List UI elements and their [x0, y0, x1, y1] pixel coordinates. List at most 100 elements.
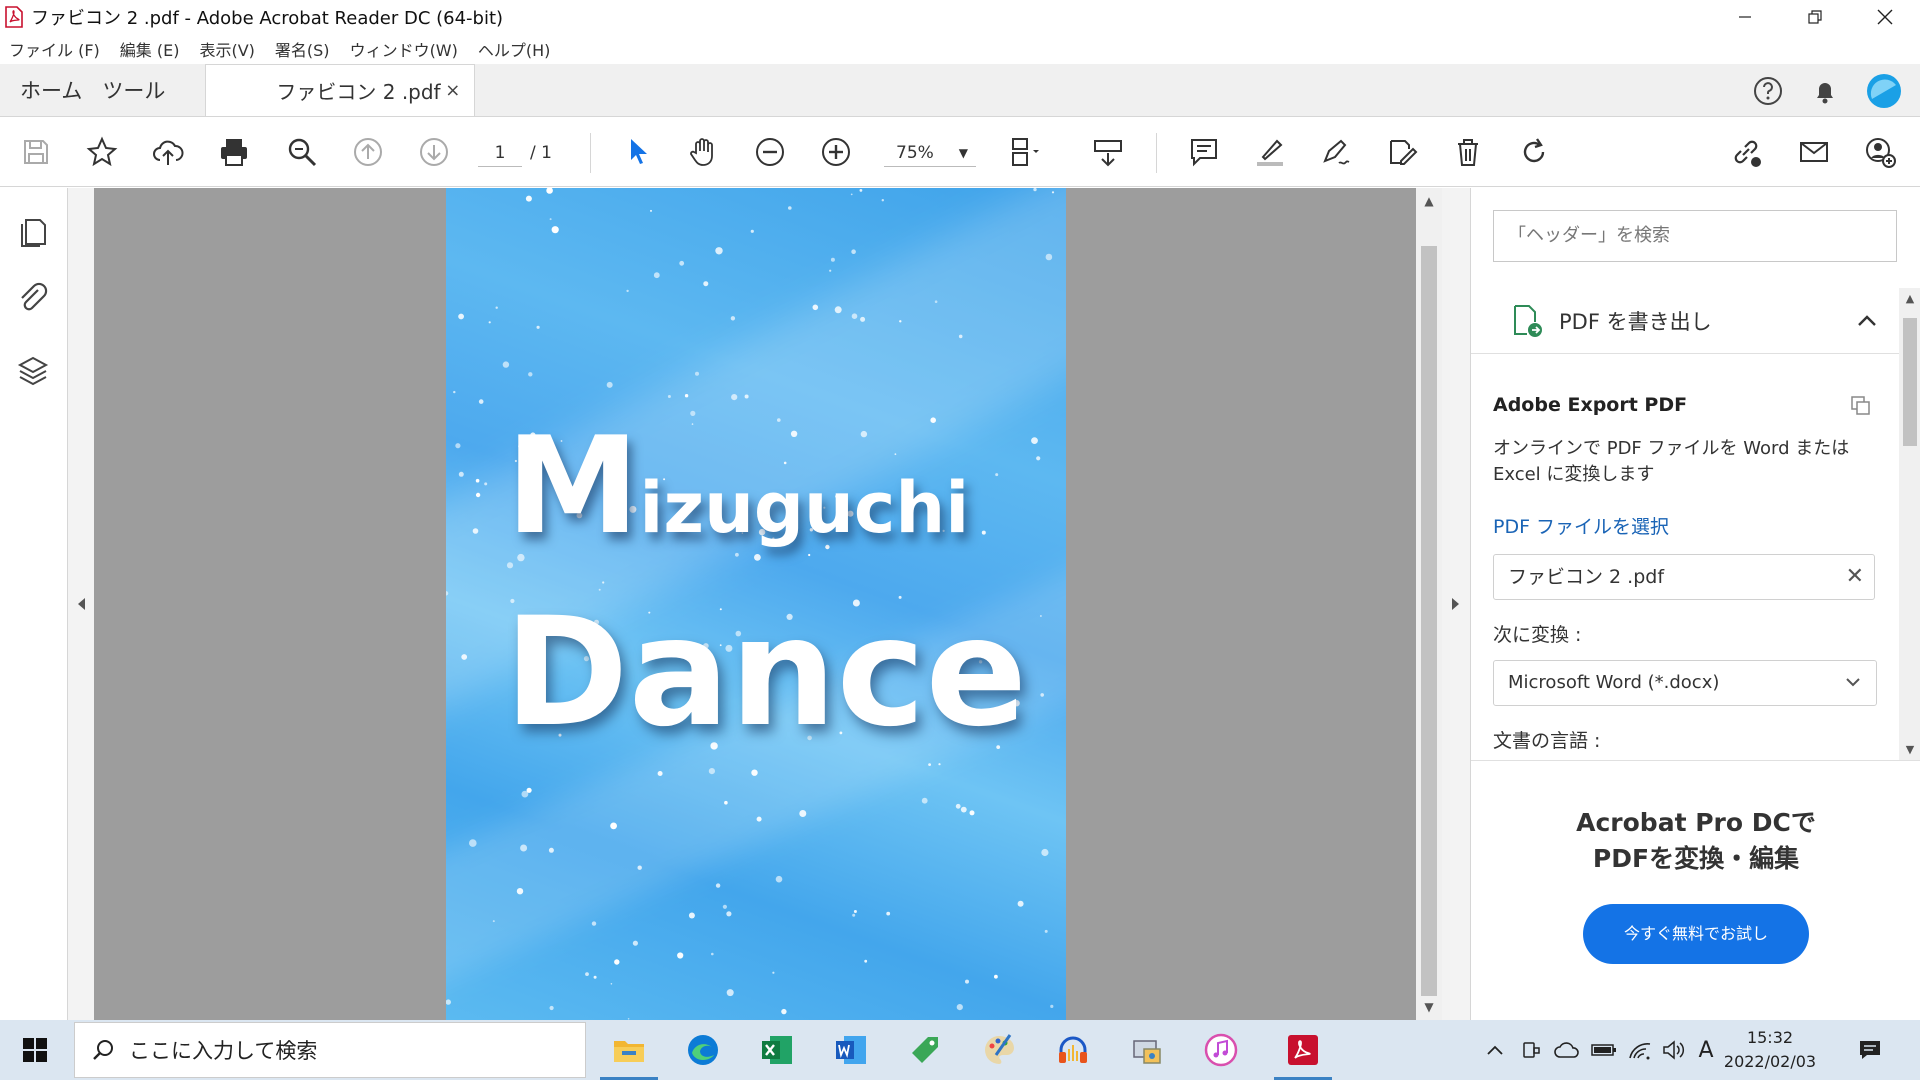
- scrollbar-thumb[interactable]: [1903, 318, 1917, 446]
- scrollbar-thumb[interactable]: [1421, 246, 1437, 996]
- zoom-value: 75%: [896, 143, 934, 163]
- collapse-right-pane-button[interactable]: [1442, 188, 1470, 1020]
- menu-help[interactable]: ヘルプ(H): [478, 37, 551, 61]
- export-title: Adobe Export PDF: [1493, 394, 1688, 416]
- taskbar-explorer[interactable]: [594, 1020, 664, 1080]
- copy-icon[interactable]: [1849, 394, 1873, 418]
- page-fit-button[interactable]: [1006, 134, 1042, 170]
- fill-sign-button[interactable]: [1384, 134, 1420, 170]
- tools-pane-scrollbar[interactable]: ▲ ▼: [1899, 288, 1920, 760]
- menu-edit[interactable]: 編集 (E): [120, 37, 180, 61]
- bell-icon[interactable]: [1810, 76, 1840, 106]
- zoom-select[interactable]: 75% ▼: [884, 139, 976, 167]
- tab-close-icon[interactable]: ×: [445, 80, 460, 101]
- taskbar-excel[interactable]: [742, 1020, 812, 1080]
- scroll-down-icon[interactable]: ▼: [1899, 743, 1920, 756]
- menu-view[interactable]: 表示(V): [199, 37, 254, 61]
- page-number-input[interactable]: 1: [478, 139, 522, 167]
- hand-tool-button[interactable]: [686, 134, 722, 170]
- select-tool-button[interactable]: [620, 134, 656, 170]
- sparkle-dot: [458, 471, 464, 477]
- star-icon: [86, 136, 118, 167]
- taskbar-app-green[interactable]: [890, 1020, 960, 1080]
- read-mode-button[interactable]: [1090, 134, 1126, 170]
- tools-search-input[interactable]: 「ヘッダー」を検索: [1493, 210, 1897, 262]
- taskbar-settings-app[interactable]: [1112, 1020, 1182, 1080]
- taskbar-paint[interactable]: [964, 1020, 1034, 1080]
- taskbar-search-input[interactable]: ここに入力して検索: [74, 1022, 586, 1078]
- taskbar-acrobat[interactable]: [1268, 1020, 1338, 1080]
- previous-page-button[interactable]: [350, 134, 386, 170]
- notification-center[interactable]: [1850, 1020, 1890, 1080]
- save-button[interactable]: [18, 134, 54, 170]
- select-pdf-file-link[interactable]: PDF ファイルを選択: [1493, 512, 1669, 539]
- scroll-down-icon[interactable]: ▼: [1416, 994, 1442, 1020]
- convert-format-select[interactable]: Microsoft Word (*.docx): [1493, 660, 1877, 706]
- tab-document[interactable]: ファビコン 2 .pdf ×: [205, 64, 476, 116]
- find-button[interactable]: [284, 134, 320, 170]
- zoom-out-button[interactable]: [752, 134, 788, 170]
- share-link-button[interactable]: [1728, 134, 1764, 170]
- scroll-up-icon[interactable]: ▲: [1899, 292, 1920, 305]
- draw-button[interactable]: [1318, 134, 1354, 170]
- sparkle-dot: [475, 492, 481, 498]
- taskbar-audio[interactable]: [1038, 1020, 1108, 1080]
- document-scrollbar[interactable]: ▲ ▼: [1416, 188, 1442, 1020]
- title-bar: ファビコン 2 .pdf - Adobe Acrobat Reader DC (…: [0, 0, 1920, 34]
- menu-sign[interactable]: 署名(S): [275, 37, 330, 61]
- rotate-button[interactable]: [1516, 134, 1552, 170]
- restore-button[interactable]: [1780, 0, 1850, 34]
- sparkle-dot: [730, 316, 736, 321]
- tray-overflow[interactable]: [1480, 1020, 1510, 1080]
- next-page-button[interactable]: [416, 134, 452, 170]
- close-button[interactable]: [1850, 0, 1920, 34]
- page-heading-rest: izuguchi: [639, 467, 970, 549]
- print-button[interactable]: [216, 134, 252, 170]
- sparkle-dot: [938, 763, 941, 766]
- tray-battery[interactable]: [1588, 1020, 1620, 1080]
- taskbar-edge[interactable]: [668, 1020, 738, 1080]
- selected-file-field[interactable]: ファビコン 2 .pdf ✕: [1493, 554, 1875, 600]
- minimize-button[interactable]: [1710, 0, 1780, 34]
- start-button[interactable]: [0, 1020, 70, 1080]
- scroll-up-icon[interactable]: ▲: [1416, 188, 1442, 214]
- bookmark-button[interactable]: [84, 134, 120, 170]
- zoom-in-button[interactable]: [818, 134, 854, 170]
- chevron-right-icon: [1452, 598, 1459, 610]
- document-view[interactable]: Mizuguchi Dance: [94, 188, 1416, 1020]
- tab-home[interactable]: ホーム: [0, 64, 102, 116]
- tray-volume[interactable]: [1658, 1020, 1690, 1080]
- collapse-left-pane-button[interactable]: [68, 188, 94, 1020]
- delete-button[interactable]: [1450, 134, 1486, 170]
- device-icon: [1523, 1042, 1540, 1058]
- upload-button[interactable]: [150, 134, 186, 170]
- add-user-button[interactable]: [1862, 134, 1898, 170]
- tab-tools[interactable]: ツール: [102, 64, 185, 116]
- taskbar-itunes[interactable]: [1186, 1020, 1256, 1080]
- taskbar-word[interactable]: [816, 1020, 886, 1080]
- avatar[interactable]: [1866, 73, 1902, 109]
- menu-file[interactable]: ファイル (F): [9, 37, 100, 61]
- tray-meet[interactable]: [1516, 1020, 1546, 1080]
- comment-button[interactable]: [1186, 134, 1222, 170]
- sparkle-dot: [495, 306, 498, 309]
- menu-window[interactable]: ウィンドウ(W): [350, 37, 458, 61]
- clear-file-icon[interactable]: ✕: [1846, 555, 1864, 599]
- convert-format-value: Microsoft Word (*.docx): [1508, 672, 1720, 693]
- sparkle-dot: [488, 321, 491, 324]
- tray-wifi[interactable]: [1624, 1020, 1656, 1080]
- email-button[interactable]: [1796, 134, 1832, 170]
- pages-icon[interactable]: [14, 212, 52, 250]
- tray-onedrive[interactable]: [1550, 1020, 1584, 1080]
- tray-ime[interactable]: A: [1692, 1020, 1720, 1080]
- taskbar-clock[interactable]: 15:32 2022/02/03: [1720, 1026, 1820, 1074]
- free-trial-button[interactable]: 今すぐ無料でお試し: [1583, 904, 1809, 964]
- chevron-up-icon[interactable]: [1857, 314, 1877, 328]
- export-pdf-section-header[interactable]: PDF を書き出し: [1471, 288, 1899, 354]
- highlight-button[interactable]: [1252, 134, 1288, 170]
- sparkle-dot: [516, 888, 524, 895]
- help-icon[interactable]: [1752, 75, 1784, 107]
- attachment-icon[interactable]: [14, 280, 52, 318]
- layers-icon[interactable]: [14, 352, 52, 390]
- save-icon: [24, 140, 48, 164]
